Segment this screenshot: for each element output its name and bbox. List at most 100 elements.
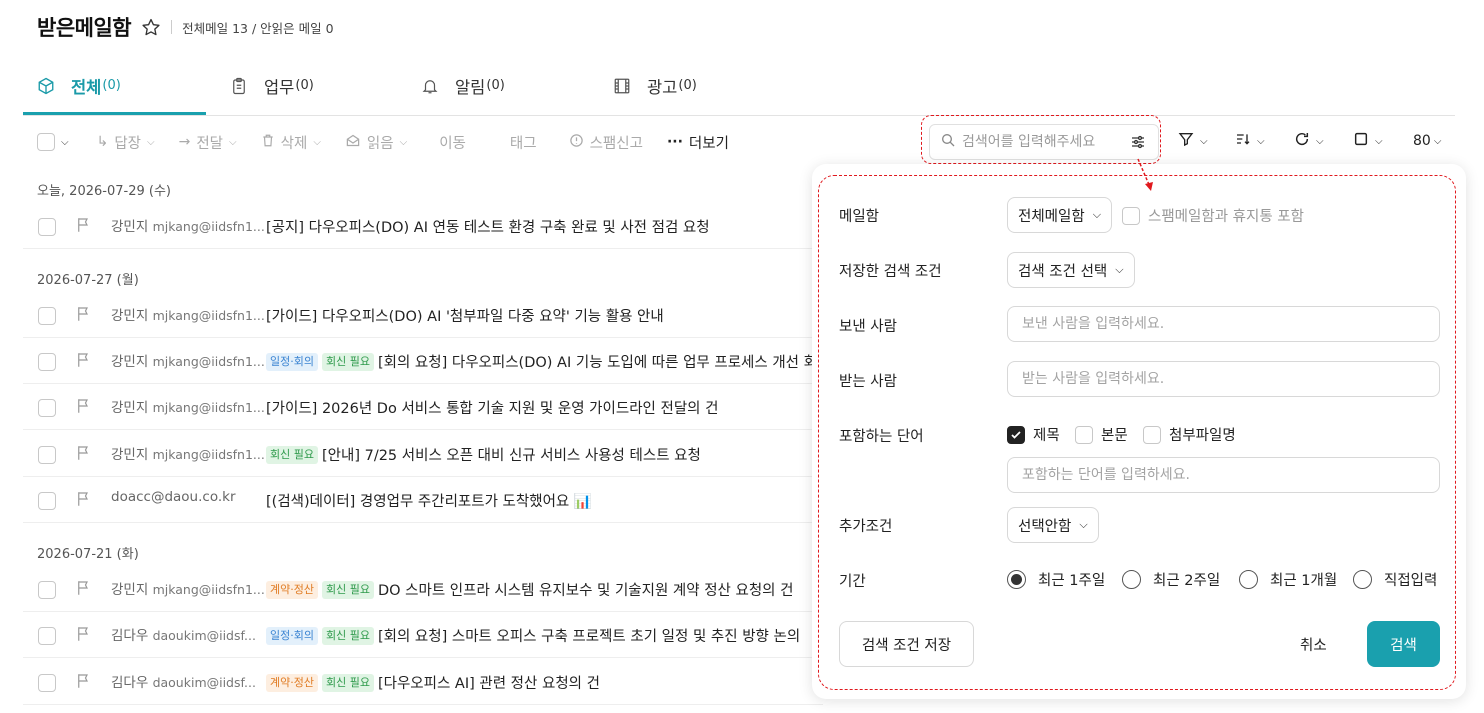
- filter-dropdown[interactable]: ⌵: [1178, 128, 1208, 154]
- radio-unselected: [1353, 570, 1372, 589]
- mail-subject[interactable]: [가이드] 2026년 Do 서비스 통합 기술 지원 및 운영 가이드라인 전…: [266, 397, 718, 418]
- mail-open-icon: [345, 133, 361, 152]
- subject-text: [공지] 다우오피스(DO) AI 연동 테스트 환경 구축 완료 및 사전 점…: [266, 220, 710, 236]
- tab-label: 알림: [455, 77, 486, 97]
- extra-condition-select[interactable]: 선택안함 ⌵: [1007, 507, 1099, 543]
- mail-sender: 강민지 mjkang@iidsfn1...: [111, 396, 265, 416]
- move-button[interactable]: 이동: [439, 132, 466, 153]
- view-dropdown[interactable]: ⌵: [1353, 128, 1383, 154]
- include-words-input[interactable]: [1007, 457, 1440, 493]
- delete-button[interactable]: 삭제 ⌵: [261, 132, 321, 153]
- tab-alert[interactable]: 알림 (0): [407, 56, 505, 115]
- mail-row[interactable]: 강민지 mjkang@iidsfn1... [가이드] 다우오피스(DO) AI …: [23, 292, 823, 338]
- tab-work[interactable]: 업무 (0): [216, 56, 314, 115]
- period-custom-radio[interactable]: 직접입력: [1353, 569, 1437, 590]
- mailbox-select[interactable]: 전체메일함 ⌵: [1007, 197, 1113, 233]
- spam-report-button[interactable]: 스팸신고: [569, 132, 643, 153]
- to-input[interactable]: [1007, 361, 1440, 397]
- attachment-name-checkbox[interactable]: 첨부파일명: [1143, 424, 1236, 445]
- chevron-down-icon: ⌵: [1375, 135, 1383, 147]
- mail-checkbox[interactable]: [38, 399, 56, 417]
- group-date: 2026-07-27 (월): [37, 273, 139, 288]
- mail-sender: 김다우 daoukim@iidsf...: [111, 624, 256, 644]
- mail-row[interactable]: 강민지 mjkang@iidsfn1... [가이드] 2026년 Do 서비스 …: [23, 384, 823, 430]
- mail-tag-badge: 일정·회의: [266, 626, 318, 645]
- mail-subject[interactable]: [(검색)데이터] 경영업무 주간리포트가 도착했어요 📊: [266, 490, 592, 511]
- mail-checkbox[interactable]: [38, 674, 56, 692]
- body-checkbox[interactable]: 본문: [1075, 424, 1128, 445]
- mailbox-header: 받은메일함 전체메일 13 / 안읽은 메일 0: [37, 12, 334, 42]
- mail-checkbox[interactable]: [38, 492, 56, 510]
- flag-icon[interactable]: [75, 305, 93, 327]
- sender-email: mjkang@iidsfn1...: [152, 308, 265, 323]
- mail-subject[interactable]: 계약·정산 회신 필요 [다우오피스 AI] 관련 정산 요청의 건: [266, 672, 600, 693]
- refresh-dropdown[interactable]: ⌵: [1294, 128, 1324, 154]
- mail-checkbox[interactable]: [38, 218, 56, 236]
- save-search-button[interactable]: 검색 조건 저장: [839, 621, 974, 667]
- sender-email: mjkang@iidsfn1...: [152, 219, 265, 234]
- subject-text: DO 스마트 인프라 시스템 유지보수 및 기술지원 계약 정산 요청의 건: [377, 583, 794, 599]
- flag-icon[interactable]: [75, 625, 93, 647]
- subject-label: 제목: [1033, 428, 1060, 444]
- mail-checkbox[interactable]: [38, 307, 56, 325]
- tab-all[interactable]: 전체 (0): [23, 56, 121, 115]
- flag-icon[interactable]: [75, 397, 93, 419]
- sort-dropdown[interactable]: ⌵: [1235, 128, 1265, 154]
- tab-ads[interactable]: 광고 (0): [599, 56, 697, 115]
- flag-icon[interactable]: [75, 490, 93, 512]
- star-icon[interactable]: [141, 17, 161, 37]
- subject-text: [가이드] 다우오피스(DO) AI '첨부파일 다중 요약' 기능 활용 안내: [266, 309, 664, 325]
- mail-row[interactable]: 강민지 mjkang@iidsfn1... [공지] 다우오피스(DO) AI 연…: [23, 203, 823, 249]
- mail-subject[interactable]: 계약·정산 회신 필요 DO 스마트 인프라 시스템 유지보수 및 기술지원 계약 …: [266, 579, 793, 600]
- period-2week-radio[interactable]: 최근 2주일: [1122, 569, 1220, 590]
- flag-icon[interactable]: [75, 672, 93, 694]
- flag-icon[interactable]: [75, 351, 93, 373]
- tab-label: 광고: [647, 77, 678, 97]
- flag-icon[interactable]: [75, 579, 93, 601]
- read-button[interactable]: 읽음 ⌵: [345, 132, 407, 153]
- mail-checkbox[interactable]: [38, 627, 56, 645]
- search-input[interactable]: [962, 134, 1122, 150]
- mail-row[interactable]: 김다우 daoukim@iidsf... 계약·정산 회신 필요 [다우오피스 AI]…: [23, 659, 823, 705]
- mail-row[interactable]: 김다우 daoukim@iidsf... 일정·회의 회신 필요 [회의 요청] 스마…: [23, 612, 823, 658]
- mail-checkbox[interactable]: [38, 446, 56, 464]
- flag-icon[interactable]: [75, 216, 93, 238]
- more-button[interactable]: ··· 더보기: [667, 132, 729, 153]
- subject-checkbox[interactable]: 제목: [1007, 424, 1060, 445]
- arrow-right-icon: →: [178, 134, 191, 150]
- mail-subject[interactable]: 일정·회의 회신 필요 [회의 요청] 다우오피스(DO) AI 기능 도입에 따른…: [266, 351, 830, 372]
- search-button[interactable]: 검색: [1367, 621, 1440, 667]
- mail-checkbox[interactable]: [38, 581, 56, 599]
- mail-tag-badge: 계약·정산: [266, 580, 318, 599]
- flag-icon[interactable]: [75, 444, 93, 466]
- checkbox-box: [1075, 425, 1093, 444]
- mail-row[interactable]: 강민지 mjkang@iidsfn1... 계약·정산 회신 필요 DO 스마트 인프…: [23, 566, 823, 612]
- mail-row[interactable]: doacc@daou.co.kr [(검색)데이터] 경영업무 주간리포트가 도착…: [23, 477, 823, 523]
- period-1week-radio[interactable]: 최근 1주일: [1007, 569, 1105, 590]
- chevron-down-icon: ⌵: [1092, 208, 1102, 221]
- period-1month-radio[interactable]: 최근 1개월: [1239, 569, 1337, 590]
- active-tab-indicator: [23, 112, 206, 115]
- mail-checkbox[interactable]: [38, 353, 56, 371]
- reply-button[interactable]: ↳ 답장 ⌵: [97, 132, 155, 153]
- from-input[interactable]: [1007, 306, 1440, 342]
- forward-button[interactable]: → 전달 ⌵: [179, 132, 237, 153]
- mail-row[interactable]: 강민지 mjkang@iidsfn1... 회신 필요 [안내] 7/25 서비스 …: [23, 431, 823, 477]
- mail-sender: 강민지 mjkang@iidsfn1...: [111, 578, 265, 598]
- include-spam-checkbox[interactable]: 스팸메일함과 휴지통 포함: [1122, 205, 1304, 226]
- saved-conditions-select[interactable]: 검색 조건 선택 ⌵: [1007, 252, 1135, 288]
- mail-row[interactable]: 강민지 mjkang@iidsfn1... 일정·회의 회신 필요 [회의 요청] 다…: [23, 338, 830, 384]
- cancel-button[interactable]: 취소: [1300, 629, 1327, 659]
- page-size-dropdown[interactable]: 80 ⌵: [1413, 128, 1441, 154]
- select-all-checkbox[interactable]: [37, 133, 55, 151]
- select-all-dropdown[interactable]: ⌵: [37, 133, 69, 151]
- period-custom-label: 직접입력: [1384, 573, 1438, 589]
- mail-subject[interactable]: 회신 필요 [안내] 7/25 서비스 오픈 대비 신규 서비스 사용성 테스트 …: [266, 444, 701, 465]
- tag-button[interactable]: 태그: [510, 132, 537, 153]
- sliders-icon[interactable]: [1130, 134, 1146, 154]
- mail-tag-badge: 계약·정산: [266, 673, 318, 692]
- mail-sender: 김다우 daoukim@iidsf...: [111, 671, 256, 691]
- mail-subject[interactable]: [공지] 다우오피스(DO) AI 연동 테스트 환경 구축 완료 및 사전 점…: [266, 216, 710, 237]
- mail-subject[interactable]: 일정·회의 회신 필요 [회의 요청] 스마트 오피스 구축 프로젝트 초기 일정 …: [266, 625, 800, 646]
- mail-subject[interactable]: [가이드] 다우오피스(DO) AI '첨부파일 다중 요약' 기능 활용 안내: [266, 305, 664, 326]
